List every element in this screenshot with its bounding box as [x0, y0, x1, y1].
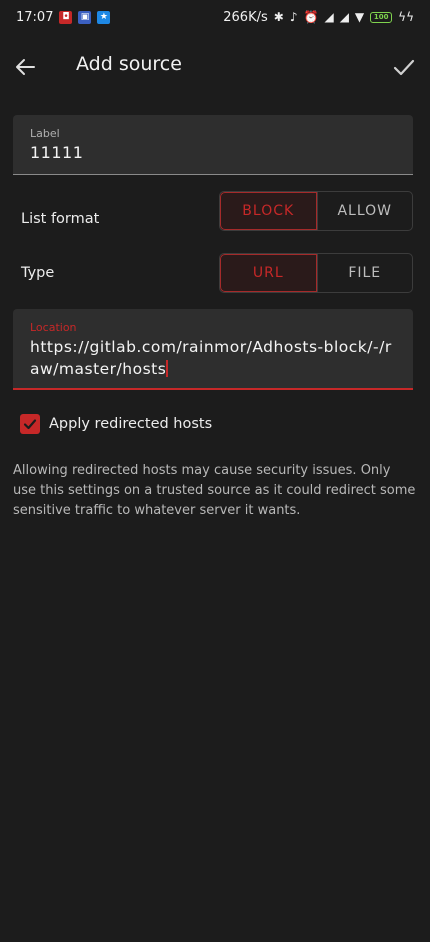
wifi-icon: ▼ — [354, 10, 365, 24]
label-field-value[interactable]: 11111 — [30, 143, 83, 162]
battery-icon: 100 — [370, 11, 393, 23]
location-field-label: Location — [30, 321, 77, 334]
list-format-label: List format — [21, 211, 100, 227]
list-format-allow-option[interactable]: ALLOW — [316, 192, 413, 230]
security-note: Allowing redirected hosts may cause secu… — [13, 463, 416, 518]
label-field[interactable]: Label 11111 — [13, 115, 413, 175]
bluetooth-icon: ✱ — [273, 10, 284, 24]
location-text: https://gitlab.com/rainmor/Adhosts-block… — [30, 338, 392, 378]
alarm-icon: ⏰ — [303, 10, 319, 24]
location-field[interactable]: Location https://gitlab.com/rainmor/Adho… — [13, 309, 413, 390]
checkmark-icon — [23, 419, 37, 430]
status-time: 17:07 — [16, 9, 54, 25]
notification-photo-icon: ▣ — [78, 10, 92, 24]
apply-redirected-hosts-checkbox[interactable] — [20, 414, 40, 434]
network-speed: 266K/s — [223, 9, 268, 25]
mute-icon: ♪ — [289, 10, 298, 24]
type-file-option[interactable]: FILE — [316, 254, 413, 292]
check-icon — [393, 59, 415, 76]
top-app-bar: Add source — [0, 34, 430, 100]
list-format-block-option[interactable]: BLOCK — [220, 192, 317, 230]
list-format-toggle: BLOCK ALLOW — [219, 191, 413, 231]
signal-icon-1: ◢ — [324, 10, 334, 24]
apply-redirected-hosts-row[interactable]: Apply redirected hosts — [20, 414, 212, 434]
signal-icon-2: ◢ — [339, 10, 349, 24]
location-field-value[interactable]: https://gitlab.com/rainmor/Adhosts-block… — [30, 336, 400, 380]
label-field-label: Label — [30, 127, 60, 140]
text-cursor — [166, 360, 168, 377]
type-label: Type — [21, 265, 55, 281]
status-bar: 17:07 ◘ ▣ ★ 266K/s ✱ ♪ ⏰ ◢ ◢ ▼ 100 ϟϟ — [0, 0, 430, 34]
type-url-option[interactable]: URL — [220, 254, 317, 292]
status-right: 266K/s ✱ ♪ ⏰ ◢ ◢ ▼ 100 ϟϟ — [223, 10, 414, 25]
type-toggle: URL FILE — [219, 253, 413, 293]
page-title: Add source — [76, 53, 182, 75]
status-left: 17:07 ◘ ▣ ★ — [16, 9, 111, 25]
confirm-button[interactable] — [390, 53, 418, 81]
notification-app-icon: ◘ — [59, 10, 73, 24]
apply-redirected-hosts-label: Apply redirected hosts — [49, 416, 213, 432]
notification-person-icon: ★ — [97, 10, 111, 24]
back-button[interactable] — [12, 53, 40, 81]
charging-icon: ϟϟ — [398, 10, 414, 24]
arrow-left-icon — [16, 59, 35, 75]
